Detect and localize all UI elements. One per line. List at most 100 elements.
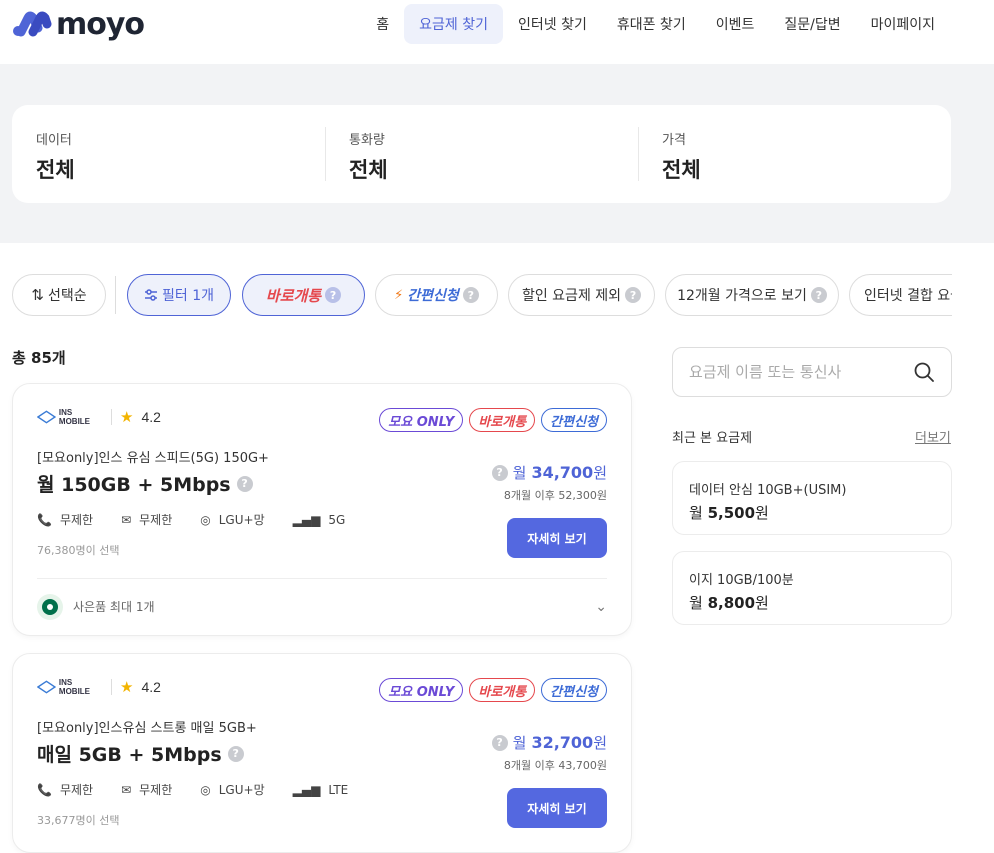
badge-moyo-only: 모요 ONLY: [379, 408, 464, 432]
detail-button[interactable]: 자세히 보기: [507, 518, 607, 558]
spec-call-value: 무제한: [59, 783, 94, 797]
nav-find-plan[interactable]: 요금제 찾기: [404, 4, 503, 44]
moyo-logo[interactable]: moyo: [12, 7, 145, 42]
mail-icon: ✉: [121, 512, 132, 527]
badges: 모요 ONLY 바로개통 간편신청: [379, 678, 607, 702]
total-count: 총 85개: [12, 349, 66, 367]
spec-call: 📞 무제한: [37, 781, 93, 798]
instant-open-chip[interactable]: 바로개통 ?: [242, 274, 365, 316]
price-prefix: 월: [512, 464, 527, 482]
plan-card[interactable]: INS MOBILE ★ 4.2 모요 ONLY 바로개통 간편신청 [모요on…: [12, 383, 632, 636]
more-link[interactable]: 더보기: [915, 427, 951, 446]
recent-plan-price: 월 8,800원: [689, 592, 935, 613]
nav-home[interactable]: 홈: [361, 4, 404, 44]
carrier-logo: INS MOBILE: [37, 408, 103, 426]
search-input[interactable]: [689, 363, 913, 381]
plan-title-text: 월 150GB + 5Mbps: [37, 474, 231, 496]
spec-sms: ✉ 무제한: [121, 511, 172, 528]
recent-plans-title: 최근 본 요금제: [672, 431, 753, 446]
spec-call: 📞 무제한: [37, 511, 93, 528]
phone-icon: 📞: [37, 512, 52, 527]
gift-row[interactable]: 사은품 최대 1개 ⌄: [37, 578, 607, 634]
help-icon[interactable]: ?: [236, 475, 253, 492]
recent-plan-name: 이지 10GB/100분: [689, 573, 794, 588]
twelve-month-chip[interactable]: 12개월 가격으로 보기 ?: [665, 274, 839, 316]
help-icon[interactable]: ?: [491, 464, 508, 481]
help-icon[interactable]: ?: [227, 745, 244, 762]
help-icon: ?: [325, 287, 342, 303]
internet-combo-chip[interactable]: 인터넷 결합 요금: [849, 274, 952, 316]
nav-find-internet[interactable]: 인터넷 찾기: [503, 4, 602, 44]
mail-icon: ✉: [121, 782, 132, 797]
globe-icon: ◎: [200, 782, 211, 797]
help-icon: ?: [462, 287, 479, 303]
exclude-discount-label: 할인 요금제 제외: [521, 288, 622, 304]
main-nav: 홈 요금제 찾기 인터넷 찾기 휴대폰 찾기 이벤트 질문/답변 마이페이지: [361, 4, 950, 44]
instant-open-label: 바로개통: [265, 286, 322, 305]
moyo-logo-icon: [13, 11, 52, 37]
spec-network: ◎ LGU+망: [200, 781, 264, 798]
filter-call[interactable]: 통화량 전체: [325, 105, 638, 203]
recent-plan-card[interactable]: 이지 10GB/100분 월 8,800원: [672, 551, 952, 625]
badge-instant: 바로개통: [469, 678, 536, 702]
nav-event[interactable]: 이벤트: [701, 4, 770, 44]
price-value: 32,700: [531, 733, 594, 752]
spec-type: ▂▄▆ LTE: [293, 781, 349, 798]
plan-card[interactable]: INS MOBILE ★ 4.2 모요 ONLY 바로개통 간편신청 [모요on…: [12, 653, 632, 853]
filter-price-label: 가격: [662, 133, 686, 148]
recent-price-prefix: 월: [689, 594, 703, 612]
chosen-count: 33,677명이 선택: [37, 814, 120, 827]
easy-apply-label: 간편신청: [407, 288, 459, 304]
recent-plan-name: 데이터 안심 10GB+(USIM): [689, 483, 847, 498]
chevron-down-icon: ⌄: [595, 598, 607, 615]
sort-label: 선택순: [47, 288, 87, 304]
plan-name: [모요only]인스 유심 스피드(5G) 150G+: [37, 451, 269, 466]
separator: [111, 409, 112, 425]
sort-chip[interactable]: ⇅ 선택순: [12, 274, 106, 316]
help-icon[interactable]: ?: [491, 734, 508, 751]
filter-data[interactable]: 데이터 전체: [12, 105, 325, 203]
spec-sms: ✉ 무제한: [121, 781, 172, 798]
exclude-discount-chip[interactable]: 할인 요금제 제외 ?: [508, 274, 655, 316]
help-icon: ?: [810, 287, 827, 303]
spec-type: ▂▄▆ 5G: [293, 511, 346, 528]
easy-apply-chip[interactable]: ⚡ 간편신청 ?: [375, 274, 498, 316]
signal-icon: ▂▄▆: [292, 782, 321, 797]
price-after: 8개월 이후 43,700원: [503, 759, 607, 772]
carrier-name: INS MOBILE: [58, 408, 91, 426]
carrier-name: INS MOBILE: [58, 678, 91, 696]
spec-call-value: 무제한: [59, 513, 94, 527]
filter-chip[interactable]: 필터 1개: [127, 274, 231, 316]
nav-find-phone[interactable]: 휴대폰 찾기: [602, 4, 701, 44]
detail-button[interactable]: 자세히 보기: [507, 788, 607, 828]
twelve-month-label: 12개월 가격으로 보기: [677, 288, 807, 304]
chip-divider: [115, 276, 116, 314]
recent-price-value: 8,800: [707, 594, 756, 612]
spec-network-value: LGU+망: [218, 783, 265, 797]
recent-plan-card[interactable]: 데이터 안심 10GB+(USIM) 월 5,500원: [672, 461, 952, 535]
starbucks-icon: [37, 593, 63, 620]
plan-title: 월 150GB + 5Mbps ?: [37, 470, 253, 497]
filter-call-value: 전체: [349, 158, 388, 182]
plan-title-text: 매일 5GB + 5Mbps: [37, 744, 222, 766]
filter-data-label: 데이터: [36, 133, 72, 148]
price-prefix: 월: [512, 734, 527, 752]
carrier-info: INS MOBILE ★ 4.2: [37, 678, 161, 696]
rating: 4.2: [141, 409, 161, 425]
spec-network: ◎ LGU+망: [200, 511, 264, 528]
filter-price-value: 전체: [662, 158, 701, 182]
recent-price-unit: 원: [755, 594, 769, 612]
nav-qna[interactable]: 질문/답변: [769, 4, 855, 44]
recent-price-prefix: 월: [689, 504, 703, 522]
badge-instant: 바로개통: [469, 408, 536, 432]
search-icon[interactable]: [913, 361, 935, 383]
filter-chip-label: 필터 1개: [162, 288, 214, 304]
help-icon: ?: [625, 287, 642, 303]
plan-specs: 📞 무제한 ✉ 무제한 ◎ LGU+망 ▂▄▆ 5G: [37, 511, 345, 528]
ins-mobile-logo-icon: [37, 410, 56, 424]
price: ? 월 32,700 원: [491, 732, 607, 753]
price-value: 34,700: [531, 463, 594, 482]
nav-mypage[interactable]: 마이페이지: [856, 4, 950, 44]
badge-moyo-only: 모요 ONLY: [379, 678, 464, 702]
filter-price[interactable]: 가격 전체: [638, 105, 951, 203]
